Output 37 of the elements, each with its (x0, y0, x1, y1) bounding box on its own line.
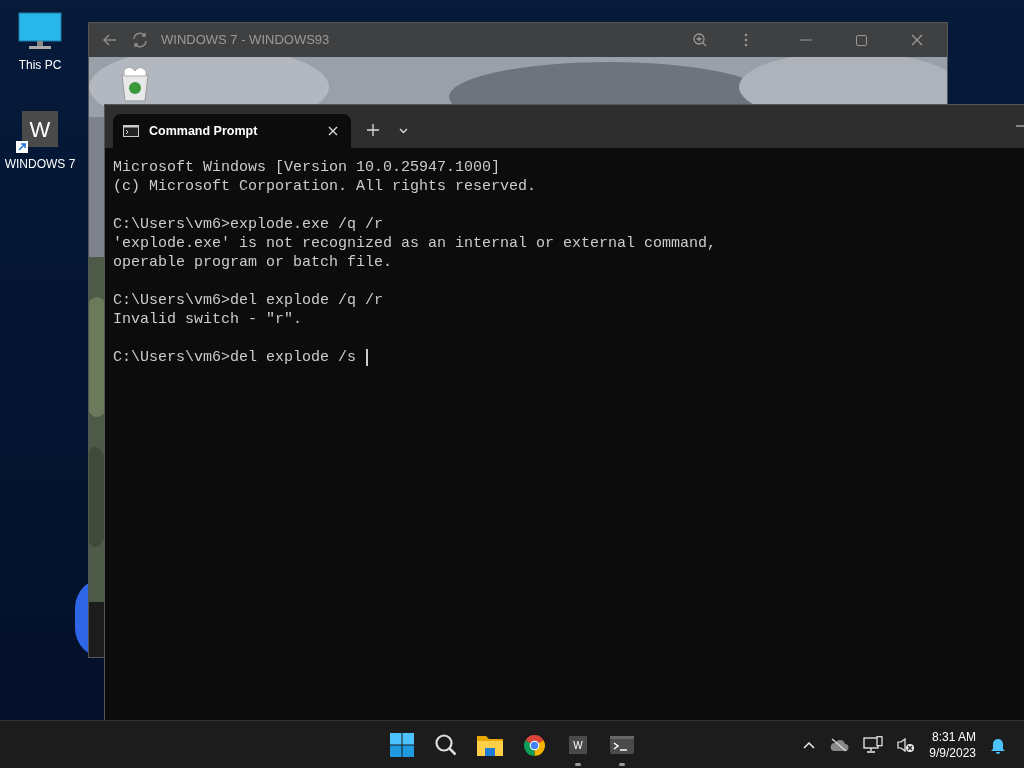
shortcut-arrow-icon (16, 141, 28, 153)
start-icon[interactable] (390, 733, 414, 757)
new-tab-icon[interactable] (367, 124, 379, 136)
text-cursor (366, 349, 369, 366)
app-icon[interactable]: W (569, 736, 587, 754)
search-icon[interactable] (434, 733, 458, 757)
more-icon[interactable] (744, 33, 748, 47)
console-line: (c) Microsoft Corporation. All rights reserved. (113, 177, 537, 196)
console-line: Invalid switch - "r". (113, 310, 303, 329)
tab[interactable]: Command Prompt (113, 114, 351, 148)
muted-volume-icon[interactable] (897, 737, 916, 753)
terminal-icon[interactable] (610, 736, 634, 754)
folder-icon[interactable] (477, 734, 503, 756)
clock-time[interactable]: 8:31 AM (931, 729, 976, 745)
network-icon[interactable] (863, 736, 884, 754)
console-line: operable program or batch file. (113, 253, 393, 272)
console-line: C:\Users\vm6>del explode /s (113, 348, 357, 367)
browser-icon[interactable] (521, 732, 547, 758)
console-line: C:\Users\vm6>explode.exe /q /r (113, 215, 384, 234)
refresh-icon[interactable] (131, 31, 149, 49)
console-line: C:\Users\vm6>del explode /q /r (113, 291, 384, 310)
icon-label[interactable]: This PC (18, 56, 62, 74)
console-icon (123, 125, 139, 137)
console-line: Microsoft Windows [Version 10.0.25947.1000] (113, 158, 501, 177)
window-title: WINDOWS 7 - WINDOWS93 (161, 31, 330, 50)
maximize-icon[interactable] (856, 34, 867, 46)
monitor-icon[interactable] (18, 12, 62, 50)
chevron-up-icon[interactable] (803, 741, 816, 749)
zoom-in-icon[interactable] (692, 32, 708, 48)
shortcut-icon[interactable]: W (22, 111, 58, 147)
console-line: 'explode.exe' is not recognized as an internal or external command, (113, 234, 717, 253)
bell-icon[interactable] (990, 736, 1006, 754)
clock-date[interactable]: 9/9/2023 (929, 745, 976, 761)
cloud-off-icon[interactable] (829, 738, 850, 752)
dropdown-icon[interactable] (399, 128, 408, 134)
icon-label[interactable]: WINDOWS 7 (4, 155, 76, 173)
tab-label: Command Prompt (149, 122, 259, 140)
